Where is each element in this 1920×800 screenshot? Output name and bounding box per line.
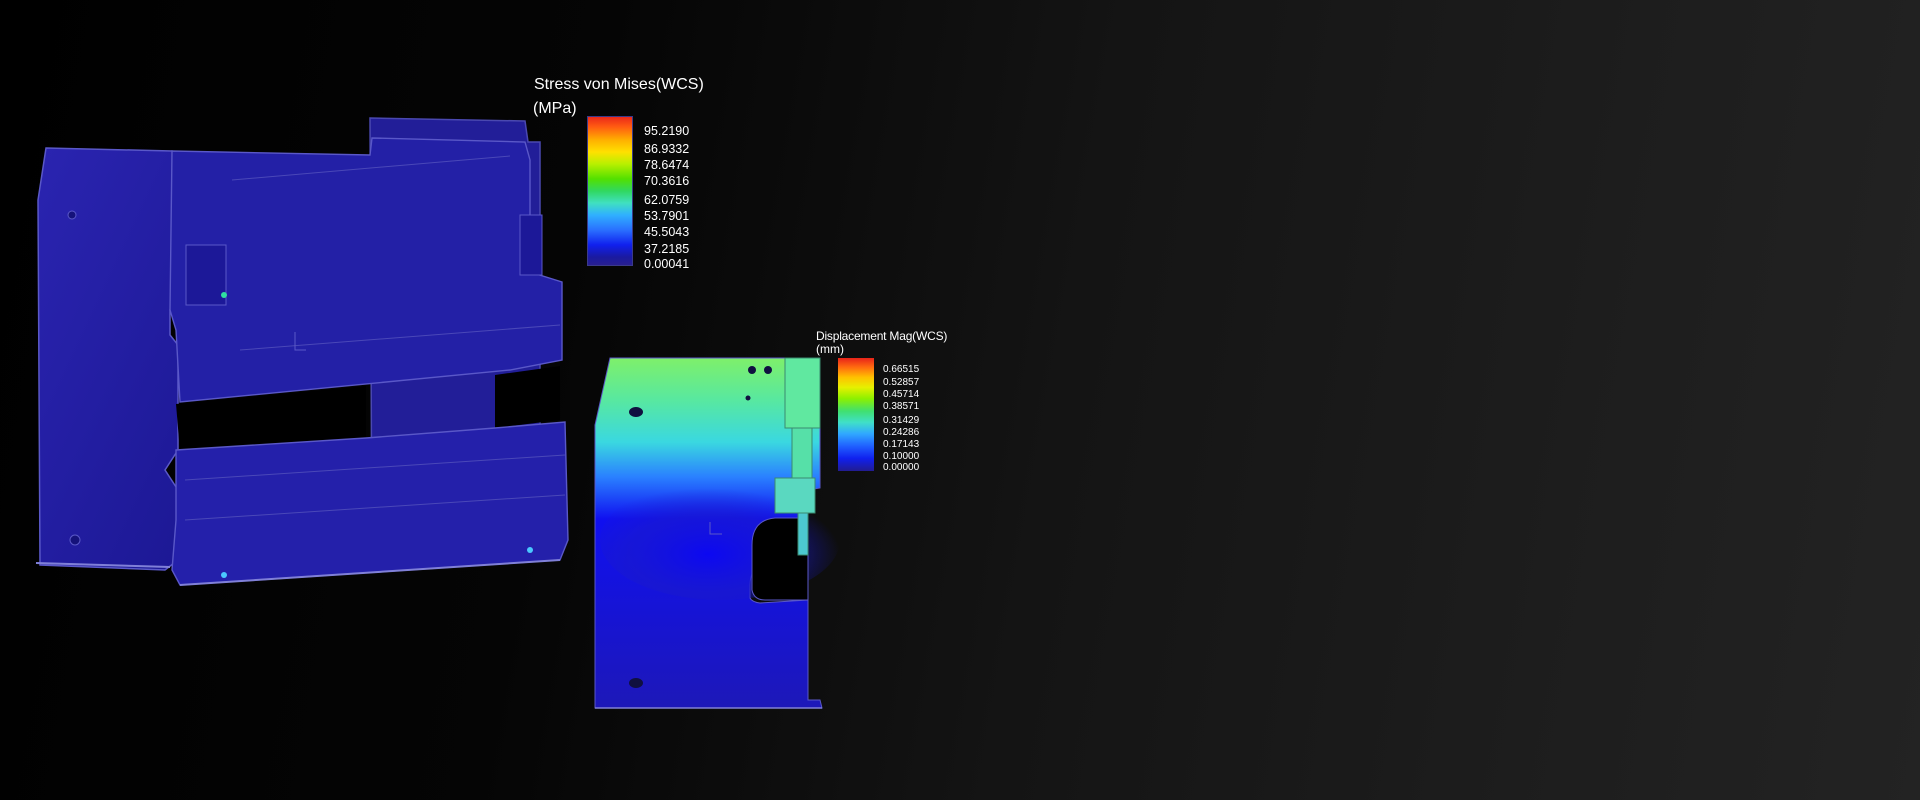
stress-tick-label: 45.5043 [644, 225, 690, 239]
displacement-tick-label: 0.24286 [883, 427, 920, 438]
displacement-tick-label: 0.52857 [883, 377, 920, 388]
displacement-tick-label: 0.45714 [883, 389, 920, 400]
displacement-tick-label: 0.66515 [883, 364, 920, 375]
stress-tick-label: 70.3616 [644, 174, 690, 188]
stress-tick-label: 0.00041 [644, 257, 690, 271]
displacement-tick-label: 0.17143 [883, 439, 920, 450]
side-frame-displacement-model [594, 357, 840, 709]
displacement-tick-label: 0.00000 [883, 462, 920, 473]
stress-legend-title: Stress von Mises(WCS) [534, 76, 704, 93]
displacement-tick-label: 0.10000 [883, 451, 920, 462]
fea-results-banner: Stress von Mises(WCS) (MPa) 95.2190 86.93… [0, 0, 1920, 800]
stress-colorbar [587, 116, 633, 266]
displacement-side-plate [594, 357, 840, 709]
displacement-legend-unit: (mm) [816, 342, 844, 356]
displacement-tick-label: 0.38571 [883, 401, 920, 412]
stress-tick-label: 95.2190 [644, 124, 690, 138]
displacement-tick-label: 0.31429 [883, 415, 920, 426]
stress-tick-label: 53.7901 [644, 209, 690, 223]
stress-tick-label: 78.6474 [644, 158, 690, 172]
stress-tick-label: 62.0759 [644, 193, 690, 207]
stress-tick-label: 86.9332 [644, 142, 690, 156]
stress-tick-label: 37.2185 [644, 242, 690, 256]
stress-legend-unit: (MPa) [533, 100, 577, 117]
displacement-colorbar [838, 358, 874, 471]
